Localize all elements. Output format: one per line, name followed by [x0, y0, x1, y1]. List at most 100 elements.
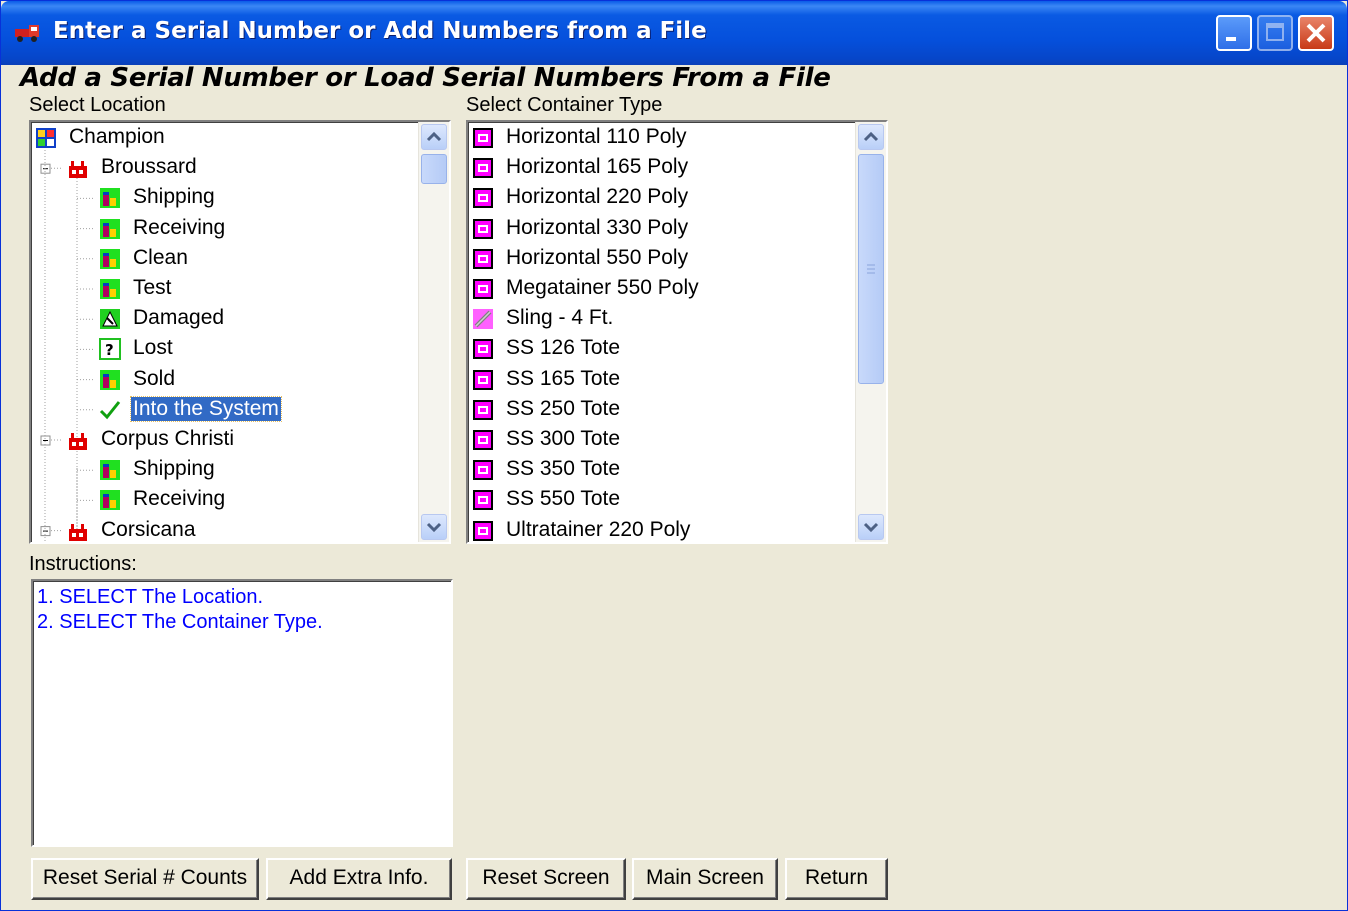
- container-type-item[interactable]: Horizontal 550 Poly: [472, 244, 852, 274]
- select-location-label: Select Location: [29, 94, 166, 116]
- tree-item-label: Clean: [133, 245, 188, 269]
- location-scrollbar[interactable]: [418, 122, 449, 542]
- tote-icon: [473, 520, 493, 541]
- tote-icon: [473, 248, 493, 269]
- tree-item[interactable]: Receiving: [31, 214, 419, 244]
- select-container-label: Select Container Type: [466, 94, 663, 116]
- container-type-item[interactable]: Horizontal 165 Poly: [472, 153, 852, 183]
- maximize-button[interactable]: [1257, 15, 1293, 51]
- container-type-item[interactable]: SS 126 Tote: [472, 334, 852, 364]
- grip-icon: [867, 264, 875, 274]
- tree-item-label: Corpus Christi: [101, 427, 235, 450]
- tree-item[interactable]: Test: [31, 274, 419, 304]
- tote-icon: [473, 490, 493, 511]
- form-heading: Add a Serial Number or Load Serial Numbe…: [20, 63, 831, 93]
- scroll-down-button[interactable]: [421, 514, 447, 540]
- instructions-label: Instructions:: [29, 553, 137, 575]
- container-type-label: Horizontal 165 Poly: [506, 155, 689, 179]
- tree-item[interactable]: Champion: [31, 123, 419, 153]
- tree-item-label: Damaged: [133, 306, 225, 330]
- chevron-up-icon: [863, 131, 879, 142]
- tree-item-label: Sold: [133, 366, 176, 390]
- container-type-item[interactable]: Horizontal 330 Poly: [472, 214, 852, 244]
- bin-icon: [100, 218, 120, 239]
- container-type-label: Horizontal 110 Poly: [506, 125, 687, 148]
- tote-icon: [473, 430, 493, 450]
- scroll-up-button[interactable]: [858, 124, 884, 150]
- minimize-icon: [1226, 37, 1236, 41]
- tree-item[interactable]: Corpus Christi: [31, 425, 419, 455]
- tree-item[interactable]: Broussard: [31, 153, 419, 183]
- window-title: Enter a Serial Number or Add Numbers fro…: [53, 18, 707, 44]
- tree-item[interactable]: Into the System: [31, 395, 419, 425]
- plant-icon: [69, 523, 87, 541]
- tote-icon: [473, 460, 493, 481]
- container-scrollbar[interactable]: [855, 122, 886, 542]
- bin-icon: [100, 490, 120, 511]
- sling-icon: [473, 309, 493, 330]
- tree-item[interactable]: Damaged: [31, 304, 419, 334]
- tote-icon: [473, 218, 493, 239]
- tree-item[interactable]: ? Lost: [31, 334, 419, 364]
- container-type-item[interactable]: SS 250 Tote: [472, 395, 852, 425]
- container-type-list[interactable]: Horizontal 110 Poly Horizontal 165 Poly Ho…: [466, 120, 888, 544]
- tote-icon: [473, 128, 493, 148]
- tree-item[interactable]: Sold: [31, 365, 419, 395]
- tree-item[interactable]: Corsicana: [31, 516, 419, 542]
- tote-icon: [473, 399, 493, 420]
- container-type-item[interactable]: Megatainer 550 Poly: [472, 274, 852, 304]
- tree-item-label: Champion: [69, 125, 165, 148]
- title-bar[interactable]: Enter a Serial Number or Add Numbers fro…: [1, 1, 1347, 65]
- close-button[interactable]: [1298, 15, 1334, 51]
- reset-serial-counts-button[interactable]: Reset Serial # Counts: [31, 858, 259, 900]
- bin-icon: [100, 460, 120, 481]
- container-type-label: SS 126 Tote: [506, 336, 621, 360]
- close-icon: [1306, 23, 1326, 43]
- scroll-thumb[interactable]: [421, 154, 447, 184]
- container-type-label: Sling - 4 Ft.: [506, 306, 614, 330]
- tree-item-label: Receiving: [133, 215, 226, 239]
- question-icon: ?: [99, 338, 121, 361]
- tree-item[interactable]: Shipping: [31, 183, 419, 213]
- chevron-down-icon: [426, 522, 442, 533]
- plant-icon: [69, 161, 87, 179]
- minimize-button[interactable]: [1216, 15, 1252, 51]
- container-type-item[interactable]: Ultratainer 220 Poly: [472, 516, 852, 542]
- chevron-down-icon: [863, 522, 879, 533]
- tree-item-label: Broussard: [101, 155, 197, 179]
- tote-icon: [473, 369, 493, 390]
- tote-icon: [473, 158, 493, 179]
- reset-screen-button[interactable]: Reset Screen: [466, 858, 626, 900]
- container-type-label: Horizontal 550 Poly: [506, 245, 689, 269]
- container-type-label: Megatainer 550 Poly: [506, 276, 699, 299]
- plant-icon: [69, 433, 87, 450]
- scroll-down-button[interactable]: [858, 514, 884, 540]
- scroll-thumb[interactable]: [858, 154, 884, 384]
- container-type-item[interactable]: Horizontal 110 Poly: [472, 123, 852, 153]
- container-type-item[interactable]: Horizontal 220 Poly: [472, 183, 852, 213]
- container-type-label: SS 250 Tote: [506, 396, 621, 420]
- checkmark-icon: [99, 400, 121, 420]
- instruction-line: 2. SELECT The Container Type.: [37, 611, 323, 633]
- container-type-label: SS 300 Tote: [506, 427, 621, 450]
- container-type-item[interactable]: SS 550 Tote: [472, 485, 852, 515]
- app-truck-icon: [15, 25, 39, 42]
- main-screen-button[interactable]: Main Screen: [632, 858, 778, 900]
- bin-icon: [100, 248, 120, 269]
- location-tree[interactable]: Champion Broussard Shipping Receiving Clean T…: [29, 120, 451, 544]
- svg-text:?: ?: [105, 341, 114, 359]
- bin-icon: [100, 188, 120, 209]
- container-type-label: Horizontal 330 Poly: [506, 215, 689, 239]
- tree-item[interactable]: Shipping: [31, 455, 419, 485]
- container-type-item[interactable]: SS 300 Tote: [472, 425, 852, 455]
- container-type-item[interactable]: SS 350 Tote: [472, 455, 852, 485]
- tree-item[interactable]: Clean: [31, 244, 419, 274]
- scroll-up-button[interactable]: [421, 124, 447, 150]
- damaged-icon: [100, 309, 120, 330]
- return-button[interactable]: Return: [785, 858, 888, 900]
- tote-icon: [473, 279, 493, 299]
- container-type-item[interactable]: Sling - 4 Ft.: [472, 304, 852, 334]
- container-type-item[interactable]: SS 165 Tote: [472, 365, 852, 395]
- tree-item[interactable]: Receiving: [31, 485, 419, 515]
- add-extra-info-button[interactable]: Add Extra Info.: [266, 858, 452, 900]
